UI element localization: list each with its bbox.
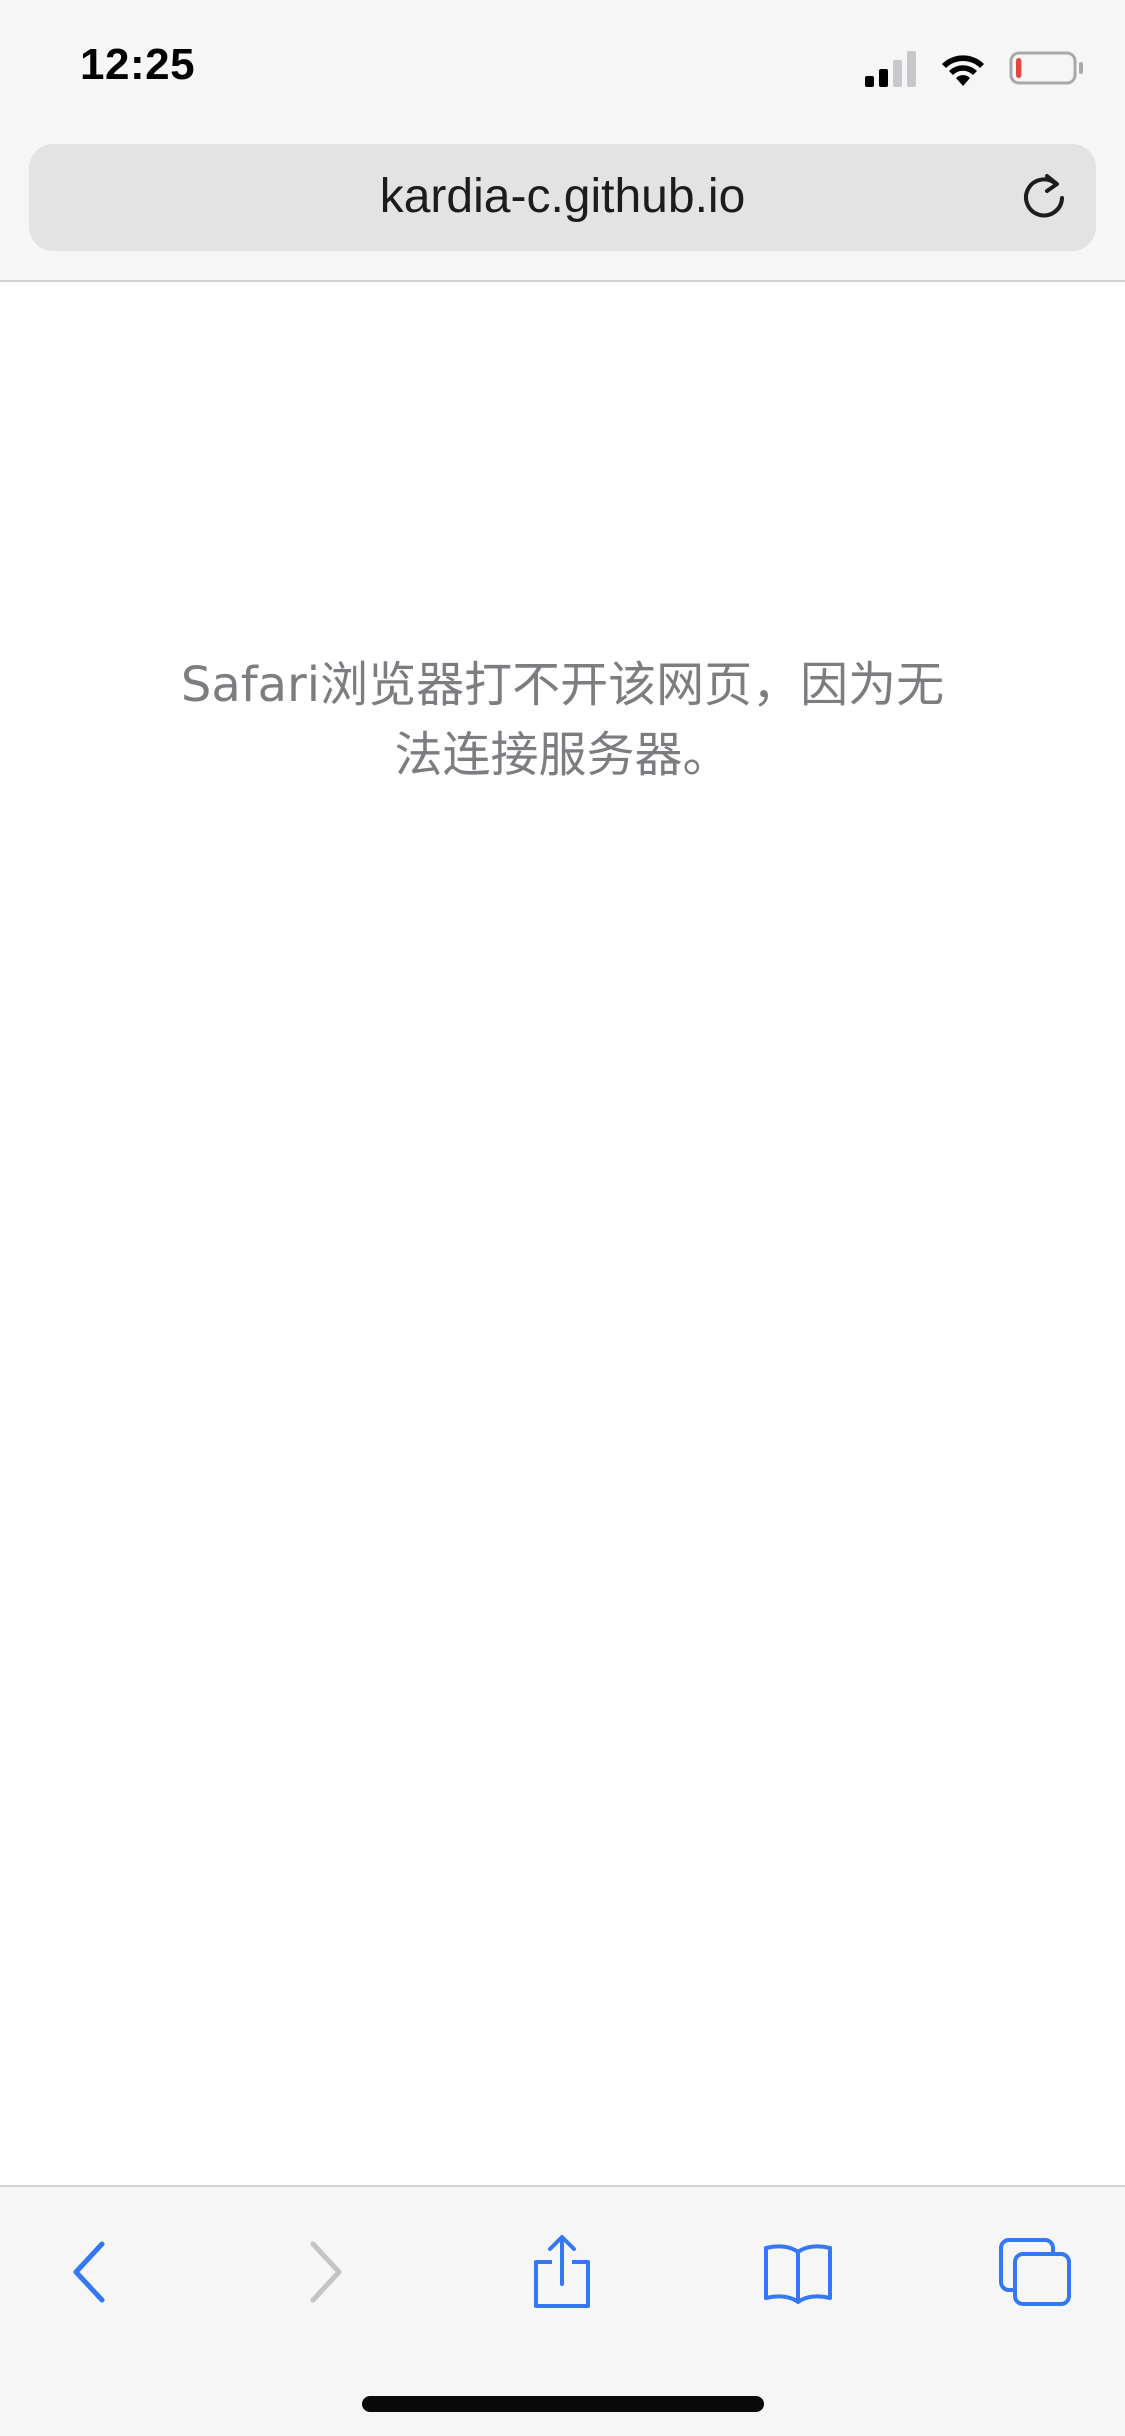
error-line-1: Safari浏览器打不开该网页，因为无 [180,657,945,713]
share-button[interactable] [522,2232,602,2312]
url-bar[interactable]: kardia-c.github.io [29,144,1096,251]
status-icons [865,48,1085,88]
status-time: 12:25 [80,40,196,89]
share-icon [534,2235,590,2308]
tabs-icon [999,2238,1071,2306]
reload-icon[interactable] [1016,170,1072,226]
tabs-button[interactable] [995,2232,1075,2312]
signal-icon [865,51,916,87]
error-line-2: 法连接服务器。 [394,727,731,783]
battery-fill [1016,58,1022,78]
battery-icon [1009,51,1083,85]
home-indicator[interactable] [362,2396,764,2412]
error-message: Safari浏览器打不开该网页，因为无 法连接服务器。 [140,650,985,790]
back-button[interactable] [50,2232,130,2312]
bookmarks-button[interactable] [758,2232,838,2312]
wifi-icon [942,55,984,86]
top-chrome: 12:25 kardia-c.github.io [0,0,1125,282]
forward-icon [310,2241,342,2303]
safari-screen: 12:25 kardia-c.github.io Safari浏览器打不开该网页… [0,0,1125,2436]
url-text[interactable]: kardia-c.github.io [29,169,1096,224]
back-icon [73,2241,105,2303]
forward-button[interactable] [285,2232,365,2312]
bookmarks-icon [764,2244,832,2304]
